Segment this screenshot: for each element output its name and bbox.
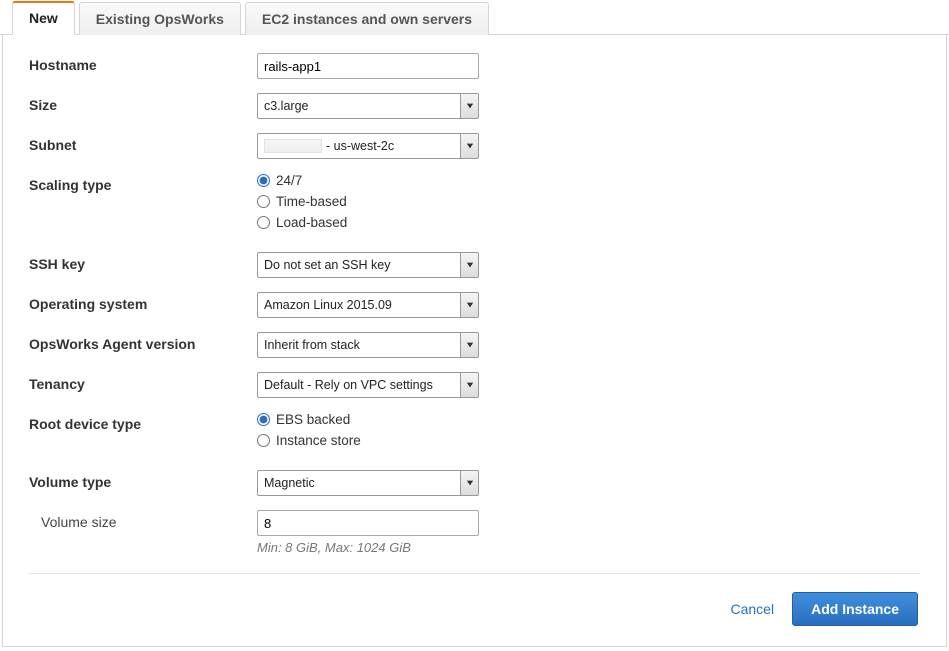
subnet-select[interactable]: - us-west-2c	[257, 133, 479, 159]
volume-size-input[interactable]	[257, 510, 479, 536]
size-label: Size	[29, 93, 257, 113]
add-instance-button[interactable]: Add Instance	[792, 592, 918, 626]
root-device-instance-store[interactable]: Instance store	[257, 433, 361, 448]
volume-size-hint: Min: 8 GiB, Max: 1024 GiB	[257, 540, 479, 555]
scaling-type-time-radio[interactable]	[257, 195, 270, 208]
root-device-ebs-radio[interactable]	[257, 413, 270, 426]
tab-ec2-own-servers[interactable]: EC2 instances and own servers	[245, 2, 489, 35]
chevron-down-icon	[460, 134, 478, 158]
scaling-type-247-label: 24/7	[276, 173, 302, 188]
root-device-ebs-label: EBS backed	[276, 412, 350, 427]
tab-new[interactable]: New	[12, 1, 75, 35]
hostname-label: Hostname	[29, 53, 257, 73]
scaling-type-247[interactable]: 24/7	[257, 173, 347, 188]
cancel-button[interactable]: Cancel	[731, 601, 775, 617]
os-select-value: Amazon Linux 2015.09	[258, 293, 460, 317]
scaling-type-247-radio[interactable]	[257, 174, 270, 187]
size-select[interactable]: c3.large	[257, 93, 479, 119]
chevron-down-icon	[460, 253, 478, 277]
tenancy-select[interactable]: Default - Rely on VPC settings	[257, 372, 479, 398]
size-select-value: c3.large	[258, 94, 460, 118]
subnet-az-suffix: - us-west-2c	[326, 139, 394, 153]
scaling-type-time-label: Time-based	[276, 194, 347, 209]
scaling-type-load[interactable]: Load-based	[257, 215, 347, 230]
os-label: Operating system	[29, 292, 257, 312]
new-instance-panel: Hostname Size c3.large Subnet - us-west-…	[2, 35, 947, 647]
ssh-key-select[interactable]: Do not set an SSH key	[257, 252, 479, 278]
tenancy-select-value: Default - Rely on VPC settings	[258, 373, 460, 397]
tabs-bar: New Existing OpsWorks EC2 instances and …	[0, 0, 949, 35]
scaling-type-time[interactable]: Time-based	[257, 194, 347, 209]
scaling-type-load-label: Load-based	[276, 215, 347, 230]
subnet-label: Subnet	[29, 133, 257, 153]
tab-existing-opsworks[interactable]: Existing OpsWorks	[79, 2, 241, 35]
chevron-down-icon	[460, 471, 478, 495]
scaling-type-group: 24/7 Time-based Load-based	[257, 173, 347, 230]
os-select[interactable]: Amazon Linux 2015.09	[257, 292, 479, 318]
chevron-down-icon	[460, 293, 478, 317]
tenancy-label: Tenancy	[29, 372, 257, 392]
subnet-select-value: - us-west-2c	[258, 134, 460, 158]
chevron-down-icon	[460, 94, 478, 118]
hostname-input[interactable]	[257, 53, 479, 79]
root-device-instance-store-radio[interactable]	[257, 434, 270, 447]
volume-type-select-value: Magnetic	[258, 471, 460, 495]
volume-size-label: Volume size	[29, 510, 257, 530]
subnet-redacted-id	[264, 139, 322, 153]
chevron-down-icon	[460, 373, 478, 397]
scaling-type-label: Scaling type	[29, 173, 257, 193]
root-device-ebs[interactable]: EBS backed	[257, 412, 361, 427]
root-device-label: Root device type	[29, 412, 257, 432]
volume-type-select[interactable]: Magnetic	[257, 470, 479, 496]
scaling-type-load-radio[interactable]	[257, 216, 270, 229]
root-device-instance-store-label: Instance store	[276, 433, 361, 448]
agent-version-select[interactable]: Inherit from stack	[257, 332, 479, 358]
chevron-down-icon	[460, 333, 478, 357]
ssh-key-select-value: Do not set an SSH key	[258, 253, 460, 277]
volume-type-label: Volume type	[29, 470, 257, 490]
separator	[29, 573, 920, 574]
actions-bar: Cancel Add Instance	[29, 588, 920, 628]
root-device-group: EBS backed Instance store	[257, 412, 361, 448]
ssh-key-label: SSH key	[29, 252, 257, 272]
agent-version-select-value: Inherit from stack	[258, 333, 460, 357]
agent-version-label: OpsWorks Agent version	[29, 332, 257, 352]
